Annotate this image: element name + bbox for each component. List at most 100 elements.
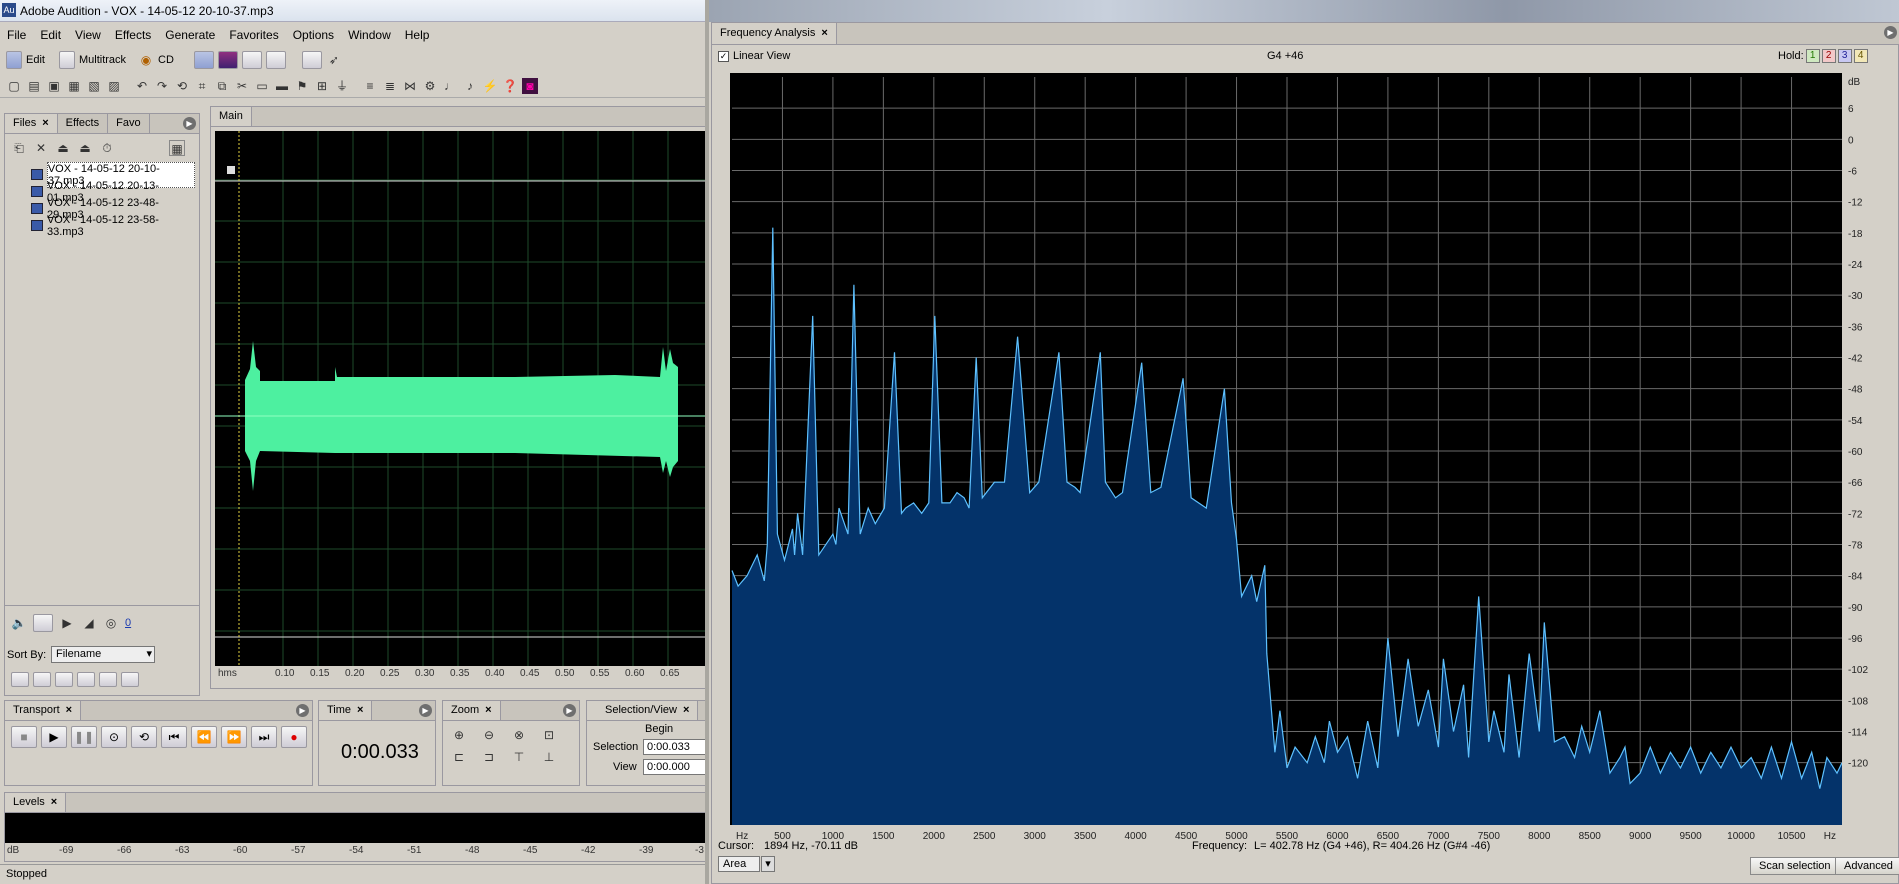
multitrack-mode-button[interactable]: Multitrack [79,54,126,66]
pause-icon[interactable]: ❚❚ [71,726,97,748]
close-icon[interactable]: × [821,27,827,39]
spectral-view-button[interactable] [217,51,238,69]
filter-icon[interactable]: ⏚ [334,78,350,94]
selection-begin-field[interactable]: 0:00.033 [643,739,705,755]
import-icon[interactable]: ▨ [106,78,122,94]
filter-video-icon[interactable] [99,672,117,687]
filter-midi-icon[interactable] [77,672,95,687]
zoom-out-vertical-icon[interactable]: ⊥ [541,749,557,765]
volume-slider-icon[interactable]: ◢ [81,615,97,631]
close-icon[interactable]: × [42,117,48,129]
import-file-icon[interactable]: ⎗ [11,140,27,156]
panel-menu-icon[interactable]: ▶ [563,704,576,717]
close-icon[interactable]: × [66,704,72,716]
filter-cd-icon[interactable] [121,672,139,687]
marker-icon[interactable]: ⚑ [294,78,310,94]
insert-silence-icon[interactable]: ≣ [382,78,398,94]
waveform-view-button[interactable] [193,51,214,69]
close-file-icon[interactable]: ✕ [33,140,49,156]
tab-levels[interactable]: Levels × [5,793,67,812]
volume-icon[interactable]: ♪ [462,78,478,94]
filter-audio-icon[interactable] [33,672,51,687]
waveform-display[interactable] [215,131,705,679]
panel-menu-icon[interactable]: ▶ [1884,26,1897,39]
graph-type-select[interactable]: Area ▾ [718,856,775,872]
stop-icon[interactable]: ■ [11,726,37,748]
play-from-cursor-icon[interactable]: ⊙ [101,726,127,748]
panel-menu-icon[interactable]: ▶ [183,117,196,130]
hold-1-button[interactable]: 1 [1805,49,1820,63]
tab-favorites[interactable]: Favo [108,114,150,133]
save-all-icon[interactable]: ▦ [66,78,82,94]
play-icon[interactable]: ▶ [41,726,67,748]
fast-forward-icon[interactable]: ⏩ [221,726,247,748]
linear-view-checkbox[interactable]: ✓ [718,50,729,62]
undo-icon[interactable]: ↶ [134,78,150,94]
advanced-button[interactable]: Advanced [1835,857,1899,875]
preview-counter[interactable]: 0 [125,617,131,629]
menu-file[interactable]: File [0,24,33,46]
insert-multitrack-icon[interactable]: ⏏ [55,140,71,156]
zoom-right-icon[interactable]: ⊐ [481,749,497,765]
edit-mode-button[interactable]: Edit [26,54,45,66]
repeat-icon[interactable]: ⟲ [174,78,190,94]
crop-icon[interactable]: ⌗ [194,78,210,94]
speaker-icon[interactable]: 🔈 [11,615,27,631]
close-icon[interactable]: × [51,796,57,808]
tab-effects[interactable]: Effects [58,114,109,133]
new-file-icon[interactable]: ▢ [6,78,22,94]
save-icon[interactable]: ▣ [46,78,62,94]
menu-help[interactable]: Help [398,24,437,46]
open-file-icon[interactable]: ▤ [26,78,42,94]
play-icon[interactable]: ▶ [59,615,75,631]
spectrum-graph[interactable]: dB 6 0 -6 -12 -18 -24 -30 -36 -42 -48 -54 -60 -66 -72 -… [730,73,1870,843]
insert-cd-icon[interactable]: ⏏ [77,140,93,156]
pan-view-button[interactable] [241,51,262,69]
silence-icon[interactable]: ≡ [362,78,378,94]
tab-zoom[interactable]: Zoom × [443,701,501,720]
go-to-end-icon[interactable]: ⏭ [251,726,277,748]
tab-time[interactable]: Time × [319,701,373,720]
list-item[interactable]: VOX - 14-05-12 23-58-33.mp3 [9,214,195,238]
zoom-out-horizontal-icon[interactable]: ⊖ [481,727,497,743]
filter-loop-icon[interactable] [55,672,73,687]
paste-icon[interactable]: ▭ [254,78,270,94]
panel-menu-icon[interactable]: ▶ [419,704,432,717]
rewind-icon[interactable]: ⏪ [191,726,217,748]
marquee-tool-icon[interactable]: ➶ [326,52,342,68]
tab-frequency-analysis[interactable]: Frequency Analysis × [712,23,837,44]
hold-2-button[interactable]: 2 [1821,49,1836,63]
tab-selection-view[interactable]: Selection/View × [587,701,699,720]
zoom-left-icon[interactable]: ⊏ [451,749,467,765]
menu-window[interactable]: Window [341,24,398,46]
knob-icon[interactable]: ◎ [103,615,119,631]
go-to-start-icon[interactable]: ⏮ [161,726,187,748]
cd-icon[interactable]: ◉ [138,52,154,68]
spectral-icon[interactable]: ◙ [522,77,538,94]
close-file-icon[interactable]: ▧ [86,78,102,94]
files-options-icon[interactable]: ▦ [169,140,185,156]
close-icon[interactable]: × [485,704,491,716]
zoom-in-horizontal-icon[interactable]: ⊕ [451,727,467,743]
cd-mode-button[interactable]: CD [158,54,174,66]
chevron-down-icon[interactable]: ▾ [761,856,775,872]
time-selection-tool[interactable] [301,51,322,69]
close-icon[interactable]: × [683,704,689,716]
tab-transport[interactable]: Transport × [5,701,82,720]
scan-selection-button[interactable]: Scan selection [1750,857,1840,875]
menu-options[interactable]: Options [286,24,341,46]
close-icon[interactable]: × [357,704,363,716]
copy-icon[interactable]: ⧉ [214,78,230,94]
menu-generate[interactable]: Generate [158,24,222,46]
mix-paste-icon[interactable]: ▬ [274,78,290,94]
sort-by-select[interactable]: Filename ▾ [51,646,155,663]
snap-icon[interactable]: ⊞ [314,78,330,94]
metronome-icon[interactable]: ♩ [442,78,458,94]
record-icon[interactable]: ● [281,726,307,748]
multitrack-mode-icon[interactable] [58,51,75,69]
time-ruler[interactable]: hms 0.10 0.15 0.20 0.25 0.30 0.35 0.40 0… [215,666,705,682]
menu-view[interactable]: View [68,24,108,46]
help-icon[interactable]: ❓ [502,78,518,94]
menu-effects[interactable]: Effects [108,24,158,46]
cut-icon[interactable]: ✂ [234,78,250,94]
